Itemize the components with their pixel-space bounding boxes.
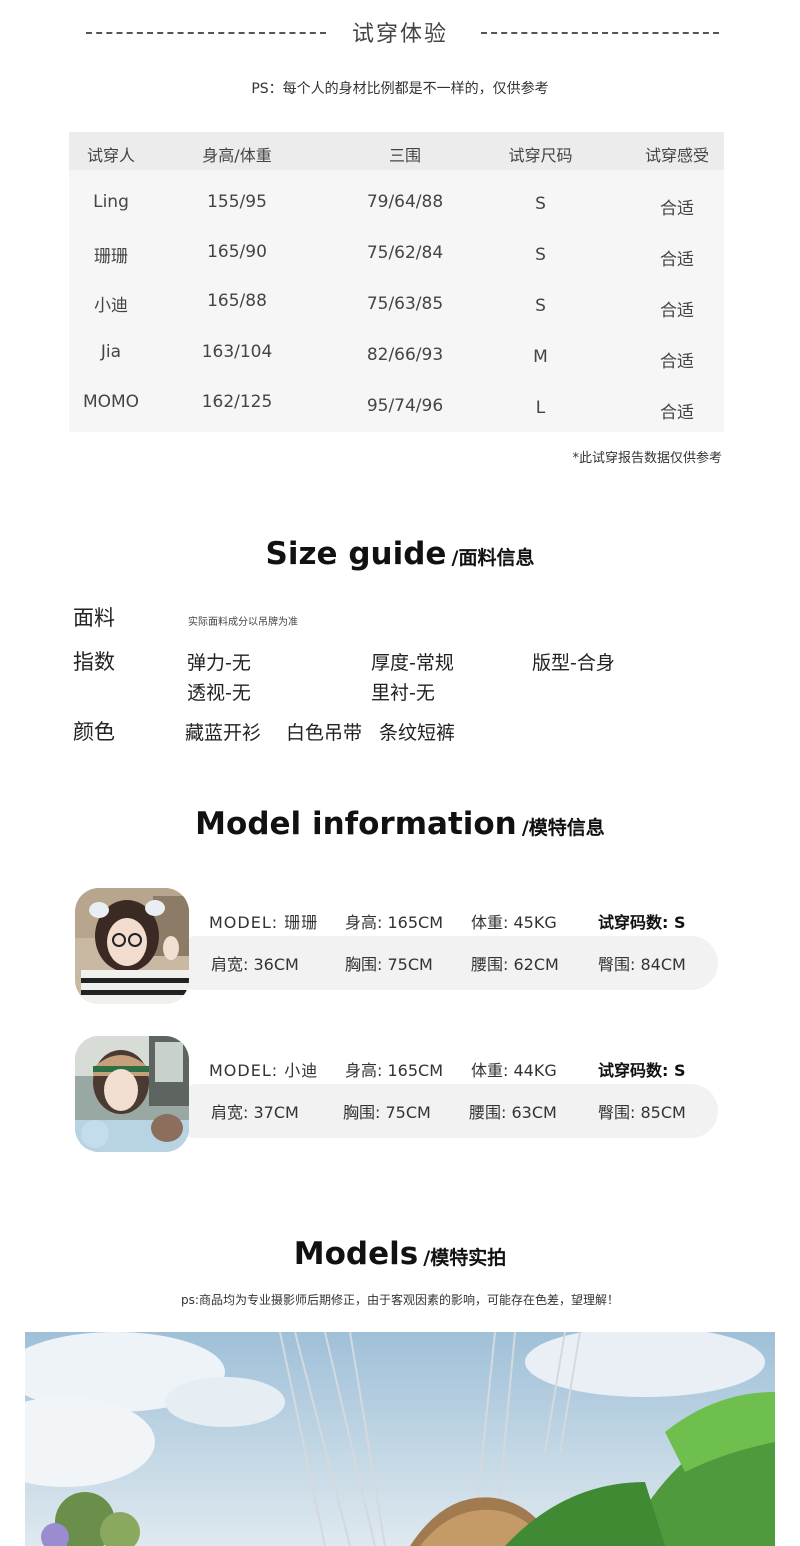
- model-hip: 臀围: 84CM: [598, 955, 686, 974]
- size-guide-subtitle: /面料信息: [451, 547, 535, 569]
- cell-tester: MOMO: [82, 392, 140, 412]
- model-info-heading: Model information /模特信息: [0, 806, 800, 842]
- dashed-divider-right: [481, 32, 719, 34]
- model-card: MODEL: 小迪 身高: 165CM 体重: 44KG 试穿码数: S 肩宽:…: [75, 1036, 718, 1152]
- tryon-ps-note: PS：每个人的身材比例都是不一样的，仅供参考: [251, 81, 549, 97]
- cell-measurements: 95/74/96: [366, 396, 444, 416]
- model-height: 身高: 165CM: [345, 1061, 443, 1080]
- color-navy-cardigan: 藏蓝开衫: [185, 722, 262, 744]
- cell-measurements: 75/62/84: [366, 243, 444, 263]
- index-thickness: 厚度-常规: [371, 652, 454, 674]
- header-height-weight: 身高/体重: [202, 146, 272, 165]
- index-label: 指数: [73, 650, 115, 674]
- cell-feeling: 合适: [660, 403, 694, 423]
- cell-tester: 珊珊: [94, 247, 128, 267]
- color-striped-shorts: 条纹短裤: [379, 722, 456, 744]
- size-guide-heading: Size guide /面料信息: [0, 536, 800, 572]
- header-measurements: 三围: [388, 146, 421, 165]
- model-waist: 腰围: 62CM: [471, 955, 559, 974]
- model-weight: 体重: 45KG: [471, 913, 557, 932]
- model-photo: [75, 888, 189, 1004]
- tryon-table: 试穿人 身高/体重 三围 试穿尺码 试穿感受 Ling 155/95 79/64…: [69, 132, 724, 432]
- models-ps-note: ps:商品均为专业摄影师后期修正，由于客观因素的影响，可能存在色差，望理解！: [181, 1293, 619, 1307]
- cell-feeling: 合适: [660, 352, 694, 372]
- cell-size: S: [535, 194, 546, 214]
- cell-feeling: 合适: [660, 250, 694, 270]
- model-height: 身高: 165CM: [345, 913, 443, 932]
- cell-measurements: 82/66/93: [366, 345, 444, 365]
- model-size: 试穿码数: S: [598, 913, 686, 932]
- header-size: 试穿尺码: [508, 146, 573, 165]
- cell-tester: Jia: [100, 342, 122, 362]
- model-size: 试穿码数: S: [598, 1061, 686, 1080]
- model-info-title: Model information: [195, 806, 517, 842]
- cell-measurements: 79/64/88: [366, 192, 444, 212]
- model-name: MODEL: 小迪: [209, 1061, 319, 1080]
- cell-feeling: 合适: [660, 199, 694, 219]
- cell-tester: 小迪: [94, 296, 128, 316]
- cell-height-weight: 162/125: [201, 392, 273, 412]
- model-bust: 胸围: 75CM: [345, 955, 433, 974]
- cell-height-weight: 155/95: [207, 192, 267, 212]
- color-label: 颜色: [73, 720, 115, 744]
- fabric-note: 实际面料成分以吊牌为准: [188, 617, 298, 628]
- model-bust: 胸围: 75CM: [343, 1103, 431, 1122]
- cell-size: S: [535, 245, 546, 265]
- cell-tester: Ling: [93, 192, 129, 212]
- model-showcase-photo: [25, 1332, 775, 1546]
- header-tester: 试穿人: [86, 146, 135, 165]
- cell-height-weight: 163/104: [201, 342, 273, 362]
- model-hip: 臀围: 85CM: [598, 1103, 686, 1122]
- model-photo: [75, 1036, 189, 1152]
- size-guide-title: Size guide: [265, 536, 447, 572]
- models-subtitle: /模特实拍: [423, 1247, 507, 1269]
- cell-size: L: [535, 398, 546, 418]
- tryon-header: 试穿体验: [0, 16, 800, 48]
- model-waist: 腰围: 63CM: [469, 1103, 557, 1122]
- model-shoulder: 肩宽: 36CM: [211, 955, 299, 974]
- models-heading: Models /模特实拍: [0, 1236, 800, 1272]
- fabric-label: 面料: [73, 606, 115, 630]
- table-header: 试穿人 身高/体重 三围 试穿尺码 试穿感受: [69, 132, 724, 170]
- cell-size: S: [535, 296, 546, 316]
- model-card: MODEL: 珊珊 身高: 165CM 体重: 45KG 试穿码数: S 肩宽:…: [75, 888, 718, 1004]
- models-title: Models: [293, 1236, 419, 1272]
- cell-measurements: 75/63/85: [366, 294, 444, 314]
- cell-height-weight: 165/88: [207, 291, 267, 311]
- index-elasticity: 弹力-无: [187, 652, 251, 674]
- model-shoulder: 肩宽: 37CM: [211, 1103, 299, 1122]
- tryon-footnote: *此试穿报告数据仅供参考: [572, 451, 722, 466]
- color-white-camisole: 白色吊带: [286, 722, 363, 744]
- cell-height-weight: 165/90: [207, 242, 267, 262]
- index-transparency: 透视-无: [187, 682, 251, 704]
- header-feeling: 试穿感受: [644, 146, 709, 165]
- model-weight: 体重: 44KG: [471, 1061, 557, 1080]
- index-fit: 版型-合身: [532, 652, 615, 674]
- cell-size: M: [533, 347, 548, 367]
- model-name: MODEL: 珊珊: [209, 913, 319, 932]
- index-lining: 里衬-无: [371, 682, 435, 704]
- model-info-subtitle: /模特信息: [521, 817, 605, 839]
- cell-feeling: 合适: [660, 301, 694, 321]
